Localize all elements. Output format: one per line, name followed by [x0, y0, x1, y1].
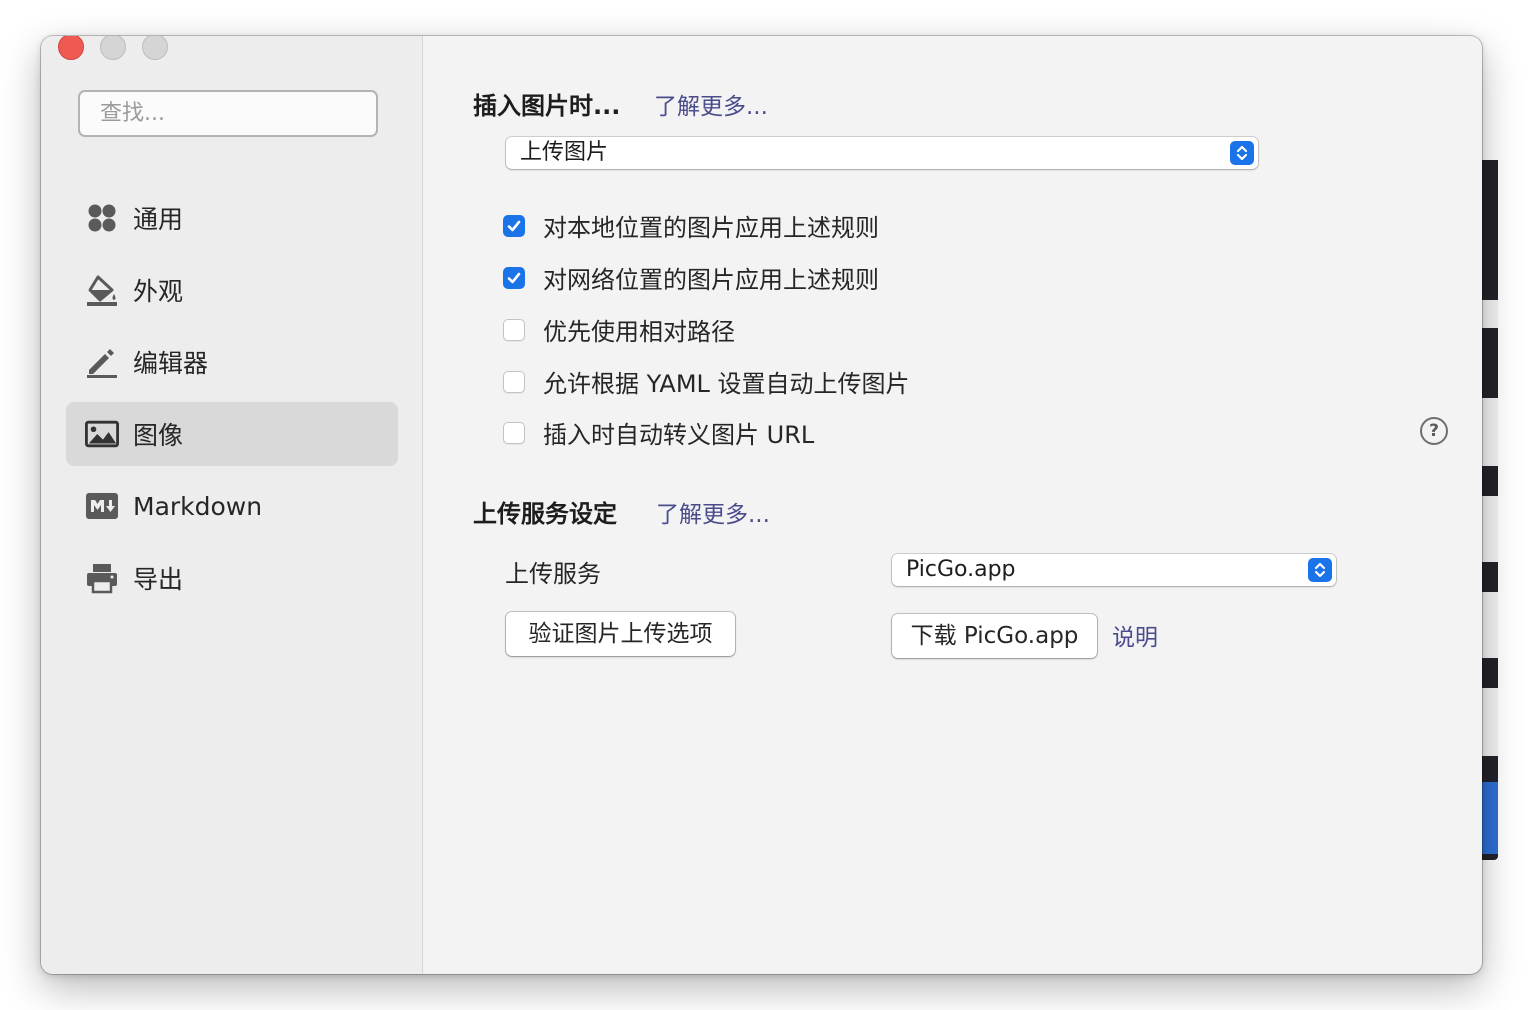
option-label: 允许根据 YAML 设置自动上传图片: [543, 370, 910, 398]
explain-link[interactable]: 说明: [1112, 618, 1158, 652]
sidebar-item-appearance[interactable]: 外观: [66, 258, 398, 322]
sidebar-item-label: 导出: [133, 565, 184, 594]
minimize-button[interactable]: [100, 36, 126, 60]
upload-service-select[interactable]: PicGo.app: [892, 554, 1336, 586]
sidebar-item-general[interactable]: 通用: [66, 186, 398, 250]
chevron-updown-icon: [1308, 558, 1332, 582]
help-icon[interactable]: ?: [1420, 417, 1448, 445]
checkbox-unchecked[interactable]: [503, 421, 525, 444]
search-input[interactable]: 查找...: [78, 90, 378, 137]
printer-icon: [85, 561, 119, 595]
preferences-window: 查找... 通用 外观 编辑器 图像 Markdown 导出 插入图片时... …: [41, 36, 1482, 974]
sidebar: 查找... 通用 外观 编辑器 图像 Markdown 导出: [41, 36, 423, 974]
option-escape-url[interactable]: 插入时自动转义图片 URL: [503, 415, 814, 450]
preferences-content: 插入图片时... 了解更多... 上传图片 对本地位置的图片应用上述规则 对网络…: [423, 36, 1482, 974]
option-label: 对本地位置的图片应用上述规则: [543, 214, 879, 242]
image-section-title: 插入图片时...: [473, 92, 621, 120]
sidebar-item-label: 外观: [133, 277, 184, 306]
sidebar-item-markdown[interactable]: Markdown: [66, 474, 398, 538]
learn-more-link[interactable]: 了解更多...: [656, 495, 770, 529]
sidebar-item-label: 图像: [133, 421, 184, 450]
sidebar-item-label: Markdown: [133, 491, 263, 521]
checkbox-unchecked[interactable]: [503, 318, 525, 341]
zoom-button[interactable]: [142, 36, 168, 60]
grid-icon: [85, 201, 119, 235]
option-label: 对网络位置的图片应用上述规则: [543, 266, 879, 294]
sidebar-item-editor[interactable]: 编辑器: [66, 330, 398, 394]
verify-upload-button[interactable]: 验证图片上传选项: [506, 612, 735, 656]
paint-bucket-icon: [85, 273, 119, 307]
sidebar-item-export[interactable]: 导出: [66, 546, 398, 610]
sidebar-item-label: 编辑器: [133, 349, 209, 378]
sidebar-item-label: 通用: [133, 205, 184, 234]
sidebar-item-image[interactable]: 图像: [66, 402, 398, 466]
upload-section-title: 上传服务设定: [473, 500, 617, 528]
download-picgo-button[interactable]: 下载 PicGo.app: [892, 614, 1097, 658]
image-icon: [85, 417, 119, 451]
upload-service-label: 上传服务: [505, 560, 601, 588]
option-label: 优先使用相对路径: [543, 318, 735, 346]
pencil-icon: [85, 345, 119, 379]
insert-action-select[interactable]: 上传图片: [506, 137, 1258, 169]
window-controls: [58, 36, 168, 60]
close-button[interactable]: [58, 36, 84, 60]
checkbox-checked[interactable]: [503, 214, 525, 237]
option-label: 插入时自动转义图片 URL: [543, 421, 815, 449]
option-relative-path[interactable]: 优先使用相对路径: [503, 312, 735, 347]
chevron-updown-icon: [1230, 141, 1254, 165]
option-local-images[interactable]: 对本地位置的图片应用上述规则: [503, 208, 879, 243]
checkbox-checked[interactable]: [503, 266, 525, 289]
checkbox-unchecked[interactable]: [503, 370, 525, 393]
option-yaml-upload[interactable]: 允许根据 YAML 设置自动上传图片: [503, 364, 910, 399]
insert-action-value: 上传图片: [520, 140, 609, 165]
markdown-icon: [85, 489, 119, 523]
upload-service-value: PicGo.app: [906, 557, 1016, 582]
learn-more-link[interactable]: 了解更多...: [654, 87, 768, 121]
option-network-images[interactable]: 对网络位置的图片应用上述规则: [503, 260, 879, 295]
sidebar-nav: 通用 外观 编辑器 图像 Markdown 导出: [66, 186, 398, 618]
